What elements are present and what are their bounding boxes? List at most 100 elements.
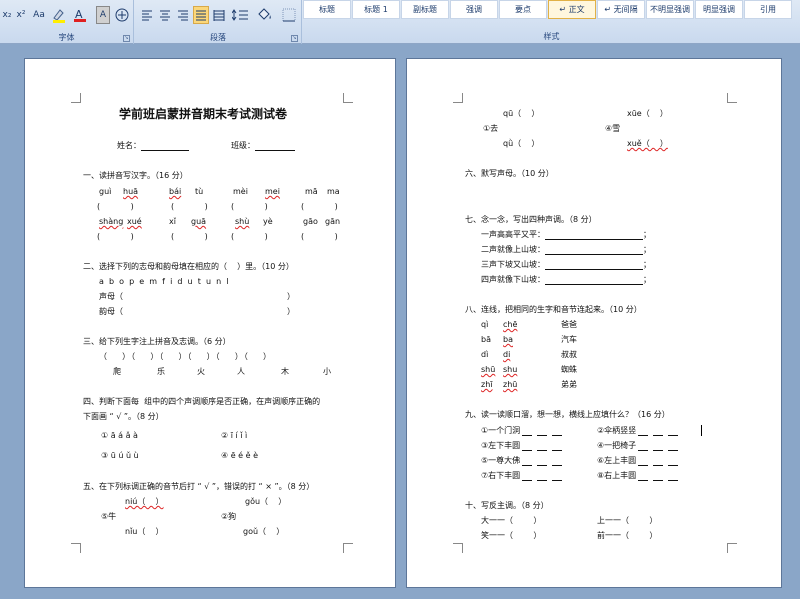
tone-group: ④ ē é ě è [221, 451, 259, 460]
syllable-option[interactable]: nǐu（ ） [125, 527, 164, 537]
paint-bucket-icon [258, 8, 271, 20]
paragraph-group: 段落 ↘ [135, 0, 302, 44]
answer-blank[interactable]: ( ) [97, 232, 134, 242]
letter-list: a b o p e m f i d u t u n l [99, 277, 229, 286]
align-center-button[interactable] [157, 6, 173, 24]
antonym-item[interactable]: 笑一一（ ） [481, 531, 541, 541]
enclose-char-button[interactable] [114, 6, 130, 24]
hanzi: 木 [281, 367, 289, 376]
pinyin: mā [305, 187, 318, 196]
section-1-heading: 一、读拼音写汉字。（16 分） [83, 171, 188, 180]
styles-group: 标题 标题 1 副标题 强调 要点 ↵ 正文 ↵ 无间隔 不明显强调 明显强调 引用 样式 [303, 0, 800, 44]
answer-blank[interactable]: ( ) [171, 232, 208, 242]
hanzi-item: ②狗 [221, 512, 237, 521]
answer-blank[interactable]: ( ) [301, 232, 338, 242]
tone-line[interactable]: 二声就像上山坡：； [481, 245, 651, 255]
style-tile[interactable]: 明显强调 [695, 0, 743, 19]
pinyin: tù [195, 187, 204, 196]
pinyin: shù [235, 217, 250, 226]
char-shading-button[interactable]: A [96, 6, 110, 24]
superscript-button[interactable]: x² [14, 6, 28, 24]
pinyin: xǐ [169, 217, 176, 226]
syllable-option[interactable]: xuě（ ） [627, 139, 668, 149]
section-8-heading: 八、连线，把相同的生字和音节连起来。（10 分） [465, 305, 642, 314]
tone-line[interactable]: 一声高高平又平：； [481, 230, 651, 240]
rhyme-line[interactable]: ⑧右上丰圆 [597, 471, 679, 481]
rhyme-line[interactable]: ①一个门洞 [481, 426, 563, 436]
tone-line[interactable]: 四声就像下山坡：； [481, 275, 651, 285]
tone-line[interactable]: 三声下坡又山坡：； [481, 260, 651, 270]
syllable-option[interactable]: goǔ（ ） [243, 527, 284, 537]
page-2[interactable]: qū（ ） xūe（ ） ①去 ④雪 qǜ（ ） xuě（ ） 六、默写声母。（… [406, 58, 782, 588]
font-color-button[interactable]: A [70, 6, 92, 24]
rhyme-line[interactable]: ⑥左上丰圆 [597, 456, 679, 466]
pinyin-blanks[interactable]: （ ）（ ）（ ）（ ）（ ）（ ） [99, 352, 272, 362]
rhyme-line[interactable]: ⑦右下丰圆 [481, 471, 563, 481]
match-word: 叔叔 [561, 350, 577, 359]
pinyin: shàng [99, 217, 124, 226]
align-right-button[interactable] [175, 6, 191, 24]
rhyme-line[interactable]: ②伞柄竖竖 [597, 426, 679, 436]
section-4-heading: 四、判断下面每 组中的四个声调顺序是否正确，在声调顺序正确的 [83, 397, 321, 406]
font-dialog-launcher[interactable]: ↘ [123, 35, 130, 42]
change-case-button[interactable]: Aa [30, 6, 48, 24]
antonym-item[interactable]: 前一一（ ） [597, 531, 657, 541]
rhyme-line[interactable]: ③左下丰圆 [481, 441, 563, 451]
syllable-option[interactable]: xūe（ ） [627, 109, 668, 119]
style-tile[interactable]: ↵ 正文 [548, 0, 596, 19]
style-tile[interactable]: 引用 [744, 0, 792, 19]
syllable-option[interactable]: gǒu（ ） [245, 497, 286, 507]
style-tile[interactable]: 副标题 [401, 0, 449, 19]
align-left-button[interactable] [139, 6, 155, 24]
answer-blank[interactable]: ( ) [301, 202, 338, 212]
justify-button[interactable] [193, 6, 209, 24]
answer-blank[interactable]: ( ) [171, 202, 208, 212]
yunmu-close: ） [287, 307, 295, 316]
pinyin: gāo [303, 217, 318, 226]
answer-blank[interactable]: ( ) [231, 232, 268, 242]
answer-blank[interactable]: ( ) [97, 202, 134, 212]
hanzi-item: ④雪 [605, 124, 621, 133]
rhyme-line[interactable]: ④一把椅子 [597, 441, 679, 451]
hanzi: 小 [323, 367, 331, 376]
style-tile[interactable]: 标题 1 [352, 0, 400, 19]
align-center-icon [160, 10, 170, 21]
syllable-option[interactable]: qū（ ） [503, 109, 539, 119]
pinyin: di [503, 350, 511, 359]
pinyin: mèi [233, 187, 248, 196]
class-field[interactable]: 班级： [231, 141, 295, 151]
pinyin: shu [503, 365, 518, 374]
pinyin: zhū [503, 380, 518, 389]
crop-mark [71, 543, 81, 553]
justify-icon [196, 10, 206, 21]
style-tile[interactable]: 要点 [499, 0, 547, 19]
pinyin: gān [325, 217, 341, 226]
syllable-option[interactable]: qǜ（ ） [503, 139, 539, 149]
antonym-item[interactable]: 上一一（ ） [597, 516, 657, 526]
answer-blank[interactable]: ( ) [231, 202, 268, 212]
pinyin: dì [481, 350, 489, 359]
borders-button[interactable] [279, 6, 299, 24]
hanzi: 人 [237, 367, 245, 376]
pinyin: guā [191, 217, 207, 226]
distribute-button[interactable] [211, 6, 227, 24]
style-tile[interactable]: ↵ 无间隔 [597, 0, 645, 19]
style-tile[interactable]: 标题 [303, 0, 351, 19]
antonym-item[interactable]: 大一一（ ） [481, 516, 541, 526]
rhyme-line[interactable]: ⑤一尊大佛 [481, 456, 563, 466]
syllable-option[interactable]: niú（ ） [125, 497, 164, 507]
yunmu-label: 韵母（ [99, 307, 123, 316]
highlight-button[interactable] [50, 6, 68, 24]
subscript-button[interactable]: x₂ [0, 6, 14, 24]
style-tile[interactable]: 不明显强调 [646, 0, 694, 19]
section-9-heading: 九、读一读顺口溜，想一想，横线上应填什么？（16 分） [465, 410, 670, 419]
shading-button[interactable] [255, 6, 275, 24]
style-tile[interactable]: 强调 [450, 0, 498, 19]
page-1[interactable]: 学前班启蒙拼音期末考试测试卷 姓名： 班级： 一、读拼音写汉字。（16 分） g… [24, 58, 396, 588]
name-field[interactable]: 姓名： [117, 141, 189, 151]
pinyin: shū [481, 365, 496, 374]
tone-group: ② ī í ǐ ì [221, 431, 248, 440]
paragraph-dialog-launcher[interactable]: ↘ [291, 35, 298, 42]
line-spacing-button[interactable] [231, 6, 251, 24]
class-label: 班级： [231, 141, 255, 150]
